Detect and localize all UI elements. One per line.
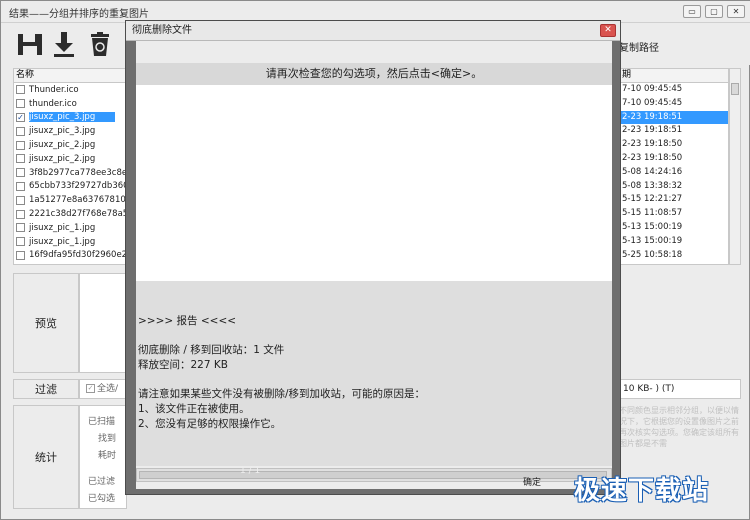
file-list-row[interactable]: Thunder.ico: [14, 83, 126, 97]
row-checkbox[interactable]: [16, 168, 25, 178]
file-name: jisuxz_pic_3.jpg: [29, 126, 96, 137]
filter-size-text: 10 KB- ) (T): [619, 379, 741, 399]
date-list-row[interactable]: 5-08 13:38:32: [620, 180, 728, 194]
copy-path-label[interactable]: 复制路径: [619, 39, 659, 54]
report-title: >>>> 报告 <<<<: [138, 315, 237, 327]
file-list-row[interactable]: 3f8b2977ca778ee3c8ec5c: [14, 166, 126, 180]
file-list-row[interactable]: 1a51277e8a63767810b96b: [14, 193, 126, 207]
date-list-row[interactable]: 2-23 19:18:51: [620, 110, 728, 125]
file-name: 3f8b2977ca778ee3c8ec5c: [29, 167, 127, 178]
dialog-body: 请再次检查您的勾选项，然后点击<确定>。 >>>> 报告 <<<< 彻底删除 /…: [136, 41, 612, 489]
row-checkbox[interactable]: [16, 209, 25, 219]
file-name: jisuxz_pic_3.jpg: [29, 112, 116, 123]
row-checkbox[interactable]: [16, 99, 25, 109]
recycle-bin-icon[interactable]: [85, 29, 115, 59]
date-list-row[interactable]: 2-23 19:18:50: [620, 138, 728, 152]
file-name: jisuxz_pic_2.jpg: [29, 140, 96, 151]
dialog-close-button[interactable]: ✕: [600, 24, 616, 37]
dialog-blank-area: [136, 85, 612, 281]
date-list-row[interactable]: 5-25 10:58:18: [620, 249, 728, 263]
checked-label: 已勾选: [88, 494, 116, 504]
preview-section-label: 预览: [13, 273, 79, 373]
scanned-label: 已扫描: [88, 417, 116, 427]
page-indicator: 1 / 1: [240, 466, 261, 476]
file-name: 2221c38d27f768e78a5852: [29, 209, 127, 220]
name-column-header[interactable]: 名称: [13, 68, 127, 83]
row-checkbox[interactable]: [16, 85, 25, 95]
delete-dialog: 彻底删除文件 ✕ 请再次检查您的勾选项，然后点击<确定>。 >>>> 报告 <<…: [125, 20, 621, 495]
date-column-header[interactable]: 期: [619, 68, 729, 83]
reason-2: 2、您没有足够的权限操作它。: [138, 418, 282, 430]
row-checkbox[interactable]: [16, 126, 25, 136]
file-list-row[interactable]: jisuxz_pic_3.jpg: [14, 124, 126, 138]
date-list-row[interactable]: 5-08 14:24:16: [620, 166, 728, 180]
stats-area: 已扫描 找到 耗时 已过滤 已勾选: [79, 405, 127, 509]
file-list-row[interactable]: jisuxz_pic_1.jpg: [14, 235, 126, 249]
select-all-label[interactable]: 全选/: [97, 384, 118, 394]
freed-space: 释放空间：227 KB: [138, 359, 228, 371]
row-checkbox[interactable]: [16, 195, 25, 205]
row-checkbox[interactable]: [16, 154, 25, 164]
row-checkbox[interactable]: [16, 140, 25, 150]
file-list-row[interactable]: 65cbb733f29727db360a03: [14, 180, 126, 194]
file-name: Thunder.ico: [29, 84, 79, 95]
file-name: thunder.ico: [29, 98, 77, 109]
file-name: 1a51277e8a63767810b96b: [29, 195, 126, 206]
date-list-row[interactable]: 5-13 15:00:19: [620, 235, 728, 249]
row-checkbox[interactable]: ✓: [16, 112, 25, 122]
row-checkbox[interactable]: [16, 223, 25, 233]
dialog-title: 彻底删除文件: [126, 21, 620, 41]
download-icon[interactable]: [49, 29, 79, 59]
ok-button[interactable]: 确定: [500, 475, 564, 491]
date-list-row[interactable]: 5-13 15:00:19: [620, 221, 728, 235]
select-all-checkbox[interactable]: ✓: [86, 384, 95, 393]
elapsed-label: 耗时: [98, 451, 117, 461]
row-checkbox[interactable]: [16, 250, 25, 260]
filter-section-label: 过滤: [13, 379, 79, 399]
date-list-row[interactable]: 7-10 09:45:45: [620, 83, 728, 97]
row-checkbox[interactable]: [16, 181, 25, 191]
file-name: jisuxz_pic_2.jpg: [29, 153, 96, 164]
window-title: 结果——分组并排序的重复图片: [9, 9, 149, 20]
grouping-note: 不同颜色显示相邻分组，以便以情况下，它根据您的设置像图片之前再次核实勾选项。您确…: [619, 406, 739, 448]
preview-area: [79, 273, 127, 373]
scrollbar-thumb[interactable]: [731, 83, 739, 95]
stats-section-label: 统计: [13, 405, 79, 509]
file-list[interactable]: Thunder.ico thunder.ico ✓ jisuxz_pic_3.jpg j…: [13, 83, 127, 265]
reason-1: 1、该文件正在被使用。: [138, 403, 250, 415]
file-list-row[interactable]: jisuxz_pic_2.jpg: [14, 138, 126, 152]
file-name: 16f9dfa95fd30f2960e2736: [29, 250, 127, 261]
site-watermark: 极速下载站: [574, 476, 710, 506]
minimize-button[interactable]: ▭: [683, 5, 701, 18]
date-list-row[interactable]: 7-10 09:45:45: [620, 97, 728, 111]
dialog-instruction: 请再次检查您的勾选项，然后点击<确定>。: [136, 63, 612, 85]
window-close-button[interactable]: ✕: [727, 5, 745, 18]
file-list-row[interactable]: jisuxz_pic_2.jpg: [14, 152, 126, 166]
file-list-row[interactable]: ✓ jisuxz_pic_3.jpg: [14, 111, 126, 125]
filtered-label: 已过滤: [88, 477, 116, 487]
list-scrollbar[interactable]: [729, 68, 741, 265]
filter-bar: ✓ 全选/: [79, 379, 127, 399]
report-area: >>>> 报告 <<<< 彻底删除 / 移到回收站：1 文件 释放空间：227 …: [136, 281, 612, 466]
maximize-button[interactable]: ▢: [705, 5, 723, 18]
date-list-row[interactable]: 5-15 12:21:27: [620, 193, 728, 207]
file-list-row[interactable]: thunder.ico: [14, 97, 126, 111]
date-list-row[interactable]: 5-15 11:08:57: [620, 207, 728, 221]
file-name: jisuxz_pic_1.jpg: [29, 222, 96, 233]
file-list-row[interactable]: 2221c38d27f768e78a5852: [14, 207, 126, 221]
row-checkbox[interactable]: [16, 237, 25, 247]
date-list-row[interactable]: 2-23 19:18:51: [620, 124, 728, 138]
notice-text: 请注意如果某些文件没有被删除/移到加收站，可能的原因是：: [138, 388, 426, 400]
date-list-row[interactable]: 2-23 19:18:50: [620, 152, 728, 166]
date-list[interactable]: 7-10 09:45:45 7-10 09:45:45 2-23 19:18:51 2…: [619, 83, 729, 265]
save-icon[interactable]: [15, 29, 45, 59]
deleted-count: 彻底删除 / 移到回收站：1 文件: [138, 344, 285, 356]
file-name: jisuxz_pic_1.jpg: [29, 236, 96, 247]
file-list-row[interactable]: jisuxz_pic_1.jpg: [14, 221, 126, 235]
file-list-row[interactable]: 16f9dfa95fd30f2960e2736: [14, 249, 126, 263]
found-label: 找到: [98, 434, 117, 444]
file-name: 65cbb733f29727db360a03: [29, 181, 127, 192]
